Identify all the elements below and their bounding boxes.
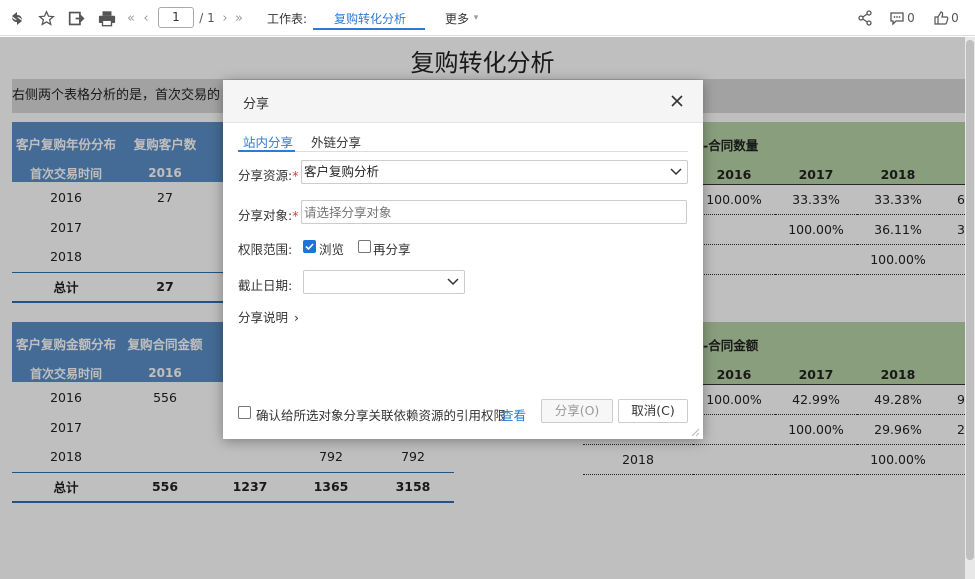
resource-label: 分享资源:* <box>238 168 299 183</box>
resize-handle-icon[interactable] <box>690 426 700 440</box>
view-link[interactable]: 查看 <box>501 405 526 424</box>
prev-page-icon[interactable]: ‹ <box>140 8 152 28</box>
close-icon[interactable] <box>668 92 686 110</box>
tab-sheet-active[interactable]: 复购转化分析 <box>316 8 424 28</box>
cancel-button[interactable]: 取消(C) <box>618 399 688 423</box>
refresh-icon[interactable] <box>8 8 26 28</box>
target-label: 分享对象:* <box>238 208 299 223</box>
deadline-select[interactable] <box>303 270 465 294</box>
page-number-input[interactable]: 1 <box>158 7 194 28</box>
resource-value: 客户复购分析 <box>304 164 380 179</box>
star-icon[interactable] <box>36 8 56 28</box>
like-count: 0 <box>951 11 959 25</box>
print-icon[interactable] <box>96 8 118 28</box>
first-page-icon[interactable]: « <box>124 8 138 28</box>
share-icon[interactable] <box>856 8 874 28</box>
chevron-down-icon <box>447 271 459 300</box>
deadline-label: 截止日期: <box>238 278 293 293</box>
more-menu[interactable]: 更多 <box>444 8 470 28</box>
comment-icon[interactable] <box>888 8 906 28</box>
dialog-header: 分享 <box>223 80 703 123</box>
share-dialog: 分享 站内分享 外链分享 分享资源:* 客户复购分析 分享对象:* 权限范围: … <box>223 80 703 439</box>
confirm-dependency-checkbox[interactable] <box>238 406 251 419</box>
share-note-toggle[interactable]: 分享说明 › <box>238 307 299 326</box>
active-tab-underline <box>313 28 425 30</box>
worksheet-label: 工作表: <box>266 11 308 26</box>
reshare-label: 再分享 <box>373 242 411 257</box>
share-target-input[interactable] <box>301 200 687 224</box>
resource-select[interactable]: 客户复购分析 <box>301 160 688 184</box>
scrollbar-thumb[interactable] <box>966 40 974 560</box>
chevron-down-icon <box>670 161 682 190</box>
browse-checkbox[interactable] <box>303 240 316 253</box>
dialog-title: 分享 <box>243 97 270 112</box>
confirm-dependency-label: 确认给所选对象分享关联依赖资源的引用权限 <box>256 408 507 423</box>
browse-label: 浏览 <box>319 242 345 257</box>
chevron-right-icon: › <box>294 310 300 325</box>
tab-divider <box>238 151 688 152</box>
page-total: / 1 <box>199 11 215 25</box>
chevron-down-icon: ▾ <box>473 13 479 23</box>
export-icon[interactable] <box>66 8 86 28</box>
comment-count: 0 <box>907 11 915 25</box>
last-page-icon[interactable]: » <box>232 8 246 28</box>
reshare-checkbox[interactable] <box>358 240 371 253</box>
active-tab-indicator <box>238 150 295 152</box>
share-button[interactable]: 分享(O) <box>541 399 613 423</box>
tab-internal-share[interactable]: 站内分享 <box>243 132 293 151</box>
tab-external-share[interactable]: 外链分享 <box>311 132 361 151</box>
permission-label: 权限范围: <box>238 242 293 257</box>
top-toolbar: « ‹ 1 / 1 › » 工作表: 复购转化分析 更多 ▾ 0 0 <box>0 0 975 36</box>
like-icon[interactable] <box>932 8 950 28</box>
next-page-icon[interactable]: › <box>220 8 230 28</box>
